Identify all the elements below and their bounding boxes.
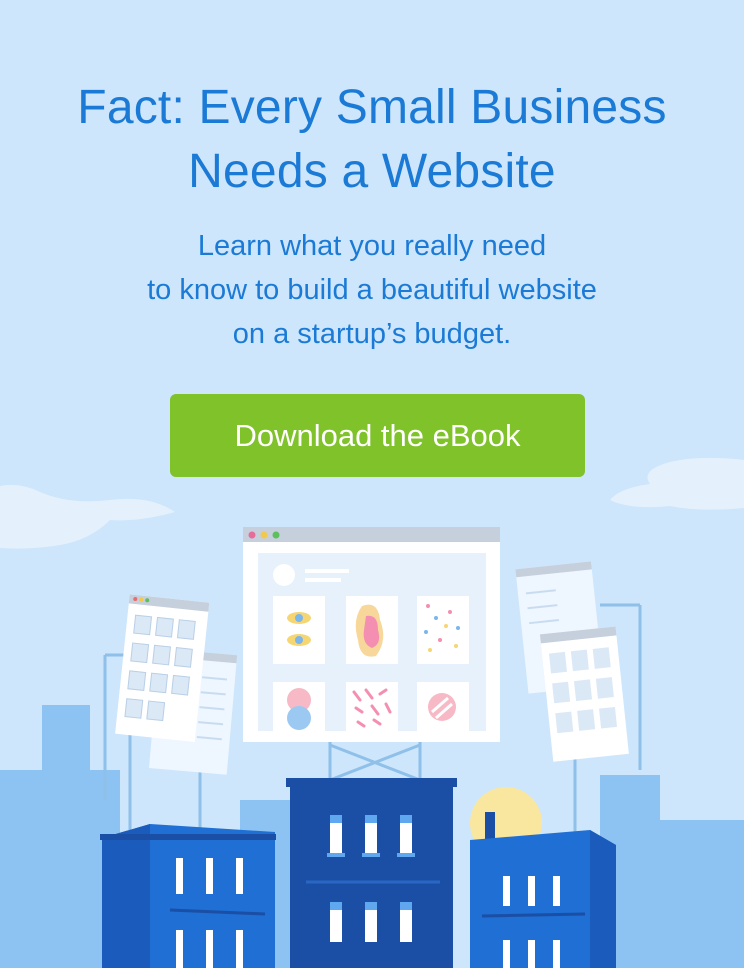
headline: Fact: Every Small Business Needs a Websi… xyxy=(0,76,744,204)
gallery-grid-icon xyxy=(243,527,500,742)
headline-line-1: Fact: Every Small Business xyxy=(77,81,667,134)
browser-window-icon-right xyxy=(515,561,629,762)
city-illustration xyxy=(0,457,744,968)
headline-line-2: Needs a Website xyxy=(188,145,556,198)
subhead-line-1: Learn what you really need xyxy=(197,230,547,262)
subhead-line-3: on a startup’s budget. xyxy=(232,318,512,350)
browser-window-icon xyxy=(115,594,238,775)
download-ebook-button[interactable]: Download the eBook xyxy=(170,394,585,477)
subhead-line-2: to know to build a beautiful website xyxy=(147,274,597,306)
subheadline: Learn what you really need to know to bu… xyxy=(0,224,744,356)
city-buildings-icon xyxy=(100,778,616,968)
